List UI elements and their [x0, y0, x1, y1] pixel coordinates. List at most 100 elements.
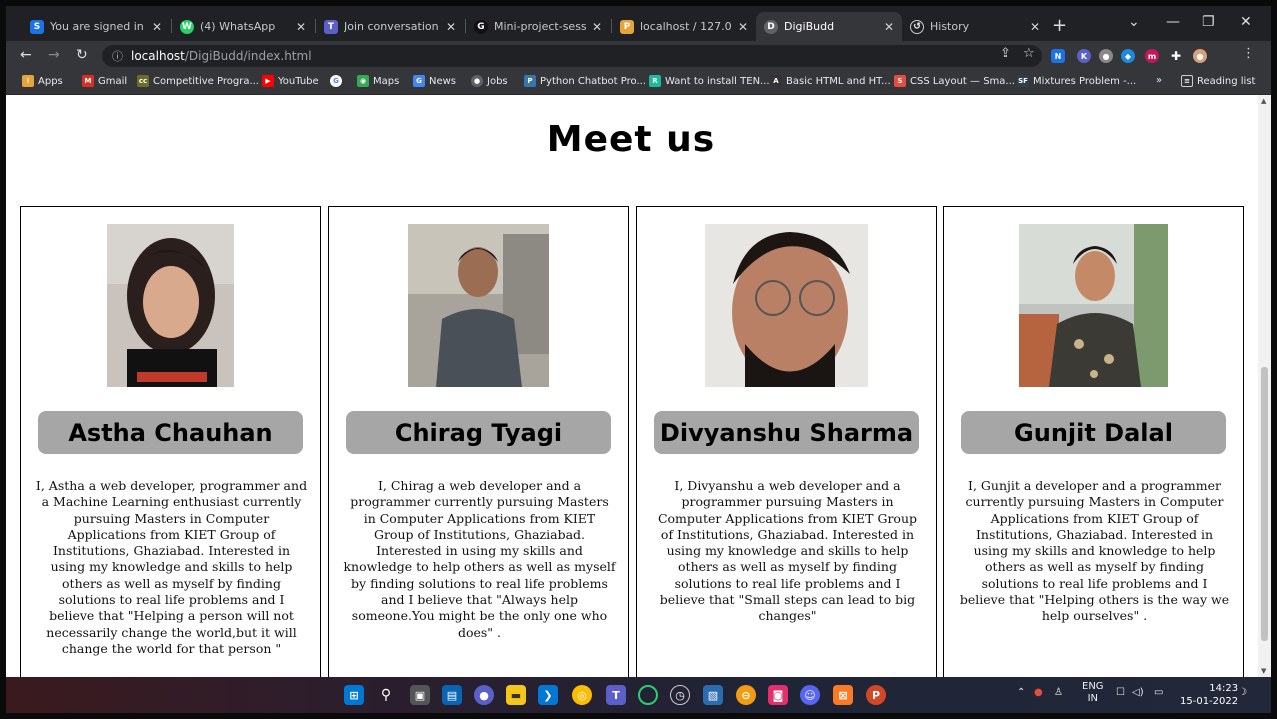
notifications-icon[interactable]: ☽	[1238, 687, 1247, 698]
bookmark-news[interactable]: G News	[413, 75, 456, 87]
tab-history[interactable]: ↺ History ✕	[902, 12, 1048, 41]
close-tab-icon[interactable]: ✕	[296, 20, 306, 34]
member-photo	[107, 224, 234, 387]
close-tab-icon[interactable]: ✕	[884, 20, 894, 34]
task-view-icon[interactable]: ▣	[410, 685, 430, 705]
search-icon[interactable]: ⚲	[376, 685, 396, 705]
html-icon: A	[770, 75, 782, 87]
xampp-icon[interactable]: ⊝	[736, 685, 756, 705]
close-tab-icon[interactable]: ✕	[446, 20, 456, 34]
chrome-icon[interactable]: ◎	[572, 685, 592, 705]
extensions-puzzle-icon[interactable]: ✚	[1169, 49, 1183, 63]
extension-m-icon[interactable]: m	[1145, 49, 1159, 63]
tab-join-conversation[interactable]: T Join conversation ✕	[316, 12, 464, 41]
bookmark-competitive[interactable]: cc Competitive Progra...	[137, 75, 259, 87]
network-icon[interactable]: ☐	[1116, 687, 1125, 698]
forward-icon[interactable]: →	[48, 47, 60, 63]
member-name: Divyanshu Sharma	[654, 411, 919, 454]
tab-strip: S You are signed in as a ✕ W (4) WhatsAp…	[6, 6, 1271, 41]
github-desktop-icon[interactable]: ◷	[670, 685, 690, 705]
volume-icon[interactable]: ◁)	[1132, 687, 1144, 698]
discord-icon[interactable]: ☺	[800, 685, 820, 705]
app-icon[interactable]: ▧	[703, 685, 723, 705]
clock[interactable]: 14:23 15-01-2022	[1180, 682, 1238, 708]
member-card: Gunjit Dalal I, Gunjit a developer and a…	[943, 206, 1244, 677]
page-scrollbar[interactable]: ▲ ▼	[1258, 95, 1271, 677]
extension-shield-icon[interactable]: ◆	[1121, 49, 1135, 63]
address-bar[interactable]: ⓘ localhost/DigiBudd/index.html	[102, 45, 1042, 67]
news-icon: G	[413, 75, 425, 87]
extension-new-icon[interactable]: N	[1051, 49, 1065, 63]
tab-digibudd[interactable]: D DigiBudd ✕	[756, 12, 902, 41]
scroll-up-icon[interactable]: ▲	[1261, 97, 1266, 105]
battery-icon[interactable]: ▭	[1154, 687, 1163, 698]
bookmark-tensorflow[interactable]: R Want to install TEN...	[649, 75, 770, 87]
bookmark-css-layout[interactable]: S CSS Layout — Sma...	[894, 75, 1015, 87]
windows-start-icon[interactable]: ⊞	[344, 685, 364, 705]
widgets-icon[interactable]: ▤	[442, 685, 462, 705]
member-card: Divyanshu Sharma I, Divyanshu a web deve…	[636, 206, 937, 677]
extension-bulb-icon[interactable]: ●	[1099, 49, 1113, 63]
maximize-icon[interactable]: ❐	[1202, 14, 1215, 30]
whatsapp-icon: W	[180, 19, 194, 34]
back-icon[interactable]: ←	[20, 47, 32, 63]
member-bio: I, Gunjit a developer and a programmer c…	[959, 478, 1230, 624]
extension-k-icon[interactable]: K	[1077, 49, 1091, 63]
share-icon[interactable]: ⇪	[1000, 46, 1011, 61]
bookmark-apps[interactable]: ⁞ Apps	[22, 75, 63, 87]
scroll-down-icon[interactable]: ▼	[1261, 667, 1266, 675]
sync-icon[interactable]	[638, 685, 658, 705]
vscode-icon[interactable]: ❯	[538, 685, 558, 705]
close-tab-icon[interactable]: ✕	[738, 20, 748, 34]
css-icon: S	[894, 75, 906, 87]
tray-chevron-icon[interactable]: ⌃	[1017, 687, 1025, 698]
close-tab-icon[interactable]: ✕	[152, 20, 162, 34]
microphone-icon[interactable]: ♙	[1054, 687, 1063, 698]
xampp-control-icon[interactable]: ⊠	[833, 685, 853, 705]
teams-taskbar-icon[interactable]: T	[606, 685, 626, 705]
bookmark-python-chatbot[interactable]: P Python Chatbot Pro...	[524, 75, 646, 87]
menu-icon[interactable]: ⋮	[1242, 46, 1255, 61]
language-indicator[interactable]: ENG IN	[1082, 681, 1104, 705]
close-tab-icon[interactable]: ✕	[1030, 20, 1040, 34]
browser-window: S You are signed in as a ✕ W (4) WhatsAp…	[6, 6, 1271, 713]
file-explorer-icon[interactable]: ▬	[506, 685, 526, 705]
tray-app-icon[interactable]: ●	[1034, 687, 1043, 698]
instagram-icon[interactable]: ◙	[768, 685, 788, 705]
close-tab-icon[interactable]: ✕	[592, 20, 602, 34]
page-viewport: Meet us Astha Chauhan I, Astha a web dev…	[6, 95, 1271, 677]
chat-icon[interactable]: ●	[474, 685, 494, 705]
bookmark-google[interactable]: G	[330, 75, 346, 87]
bookmark-star-icon[interactable]: ☆	[1023, 46, 1035, 61]
member-bio: I, Divyanshu a web developer and a progr…	[657, 478, 918, 624]
bookmarks-bar: ⁞ Apps M Gmail cc Competitive Progra... ▶ Yo…	[6, 71, 1271, 95]
member-photo	[1019, 224, 1168, 387]
member-name: Gunjit Dalal	[961, 411, 1226, 454]
profile-avatar[interactable]: ●	[1193, 49, 1207, 63]
github-icon: G	[474, 19, 488, 34]
bookmark-mixtures[interactable]: SF Mixtures Problem -...	[1017, 75, 1136, 87]
bookmark-youtube[interactable]: ▶ YouTube	[262, 75, 319, 87]
reload-icon[interactable]: ↻	[76, 47, 88, 63]
member-bio: I, Astha a web developer, programmer and…	[35, 478, 308, 656]
minimize-icon[interactable]: —	[1166, 14, 1180, 30]
tab-phpmyadmin[interactable]: P localhost / 127.0.0.1 / ✕	[612, 12, 756, 41]
bookmark-jobs[interactable]: ● Jobs	[471, 75, 508, 87]
reading-list[interactable]: ≡ Reading list	[1181, 75, 1255, 87]
bookmark-gmail[interactable]: M Gmail	[82, 75, 127, 87]
tab-search-icon[interactable]: ⌄	[1128, 14, 1140, 30]
powerpoint-icon[interactable]: P	[866, 685, 886, 705]
bookmark-maps[interactable]: ◉ Maps	[357, 75, 399, 87]
scrollbar-thumb[interactable]	[1261, 367, 1268, 641]
more-bookmarks-icon[interactable]: »	[1156, 75, 1162, 86]
tab-github[interactable]: G Mini-project-session- ✕	[466, 12, 610, 41]
taskbar: ⊞ ⚲ ▣ ▤ ● ▬ ❯ ◎ T ◷ ▧ ⊝ ◙ ☺ ⊠ P ⌃ ● ♙ EN…	[6, 677, 1271, 713]
site-info-icon[interactable]: ⓘ	[112, 48, 123, 64]
tab-signed-in[interactable]: S You are signed in as a ✕	[22, 12, 170, 41]
close-window-icon[interactable]: ✕	[1240, 14, 1252, 30]
new-tab-icon[interactable]: +	[1052, 15, 1067, 36]
phpmyadmin-icon: P	[620, 19, 634, 34]
bookmark-basic-html[interactable]: A Basic HTML and HT...	[770, 75, 891, 87]
tab-whatsapp[interactable]: W (4) WhatsApp ✕	[172, 12, 314, 41]
member-name: Chirag Tyagi	[346, 411, 611, 454]
